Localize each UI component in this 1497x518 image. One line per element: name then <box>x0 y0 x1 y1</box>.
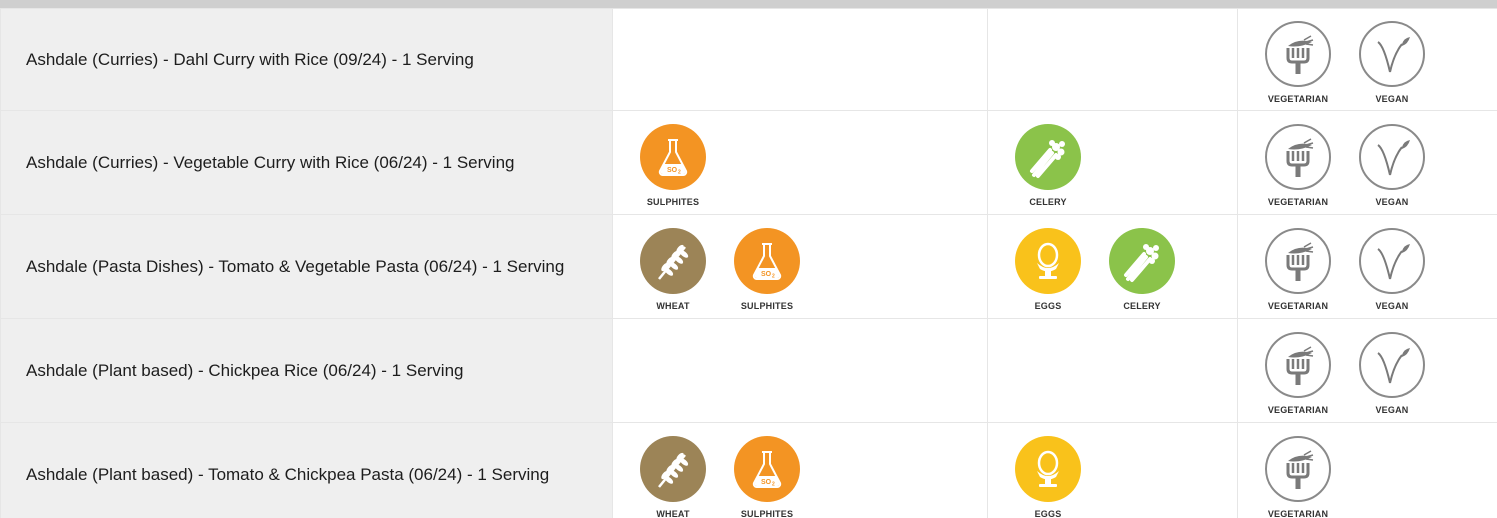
celery-icon <box>1109 228 1175 294</box>
celery-label: CELERY <box>1123 301 1161 311</box>
vegan-label: VEGAN <box>1375 405 1409 415</box>
allergen-table: Ashdale (Curries) - Dahl Curry with Rice… <box>0 8 1497 518</box>
wheat-badge: WHEAT <box>626 430 720 518</box>
svg-text:SO: SO <box>761 479 772 486</box>
vegetarian-badge: VEGETARIAN <box>1251 222 1345 311</box>
diet-cell: VEGETARIAN VEGAN <box>1237 110 1497 215</box>
icon-group: VEGETARIAN <box>1238 430 1497 518</box>
sulphites-label: SULPHITES <box>740 509 794 518</box>
icon-group: WHEAT SO 2 SULPHITES <box>613 430 987 518</box>
vegetarian-label: VEGETARIAN <box>1267 405 1329 415</box>
allergen-cell: WHEAT SO 2 SULPHITES <box>612 214 988 319</box>
egg-cup-icon <box>1015 228 1081 294</box>
svg-text:2: 2 <box>772 274 775 280</box>
product-name: Ashdale (Curries) - Dahl Curry with Rice… <box>0 8 613 111</box>
sulphites-badge: SO 2 SULPHITES <box>720 222 814 311</box>
table-row: Ashdale (Curries) - Vegetable Curry with… <box>0 110 1497 215</box>
allergen-cell: EGGS <box>987 422 1238 518</box>
table-top-bar <box>0 0 1497 8</box>
vegetarian-label: VEGETARIAN <box>1267 94 1329 104</box>
leaf-v-icon <box>1359 332 1425 398</box>
sulphites-badge: SO 2 SULPHITES <box>720 430 814 518</box>
svg-text:SO: SO <box>667 167 678 174</box>
vegetarian-label: VEGETARIAN <box>1267 301 1329 311</box>
vegetarian-badge: VEGETARIAN <box>1251 430 1345 518</box>
eggs-badge: EGGS <box>1001 222 1095 311</box>
vegan-label: VEGAN <box>1375 94 1409 104</box>
svg-text:2: 2 <box>772 482 775 488</box>
icon-group: WHEAT SO 2 SULPHITES <box>613 222 987 311</box>
product-name: Ashdale (Curries) - Vegetable Curry with… <box>0 110 613 215</box>
allergen-cell: WHEAT SO 2 SULPHITES <box>612 422 988 518</box>
svg-text:SO: SO <box>761 271 772 278</box>
diet-cell: VEGETARIAN VEGAN <box>1237 214 1497 319</box>
vegetarian-badge: VEGETARIAN <box>1251 326 1345 415</box>
allergen-cell: SO 2 SULPHITES <box>612 110 988 215</box>
icon-group: VEGETARIAN VEGAN <box>1238 15 1497 104</box>
vegan-badge: VEGAN <box>1345 326 1439 415</box>
flask-so2-icon: SO 2 <box>640 124 706 190</box>
vegetarian-badge: VEGETARIAN <box>1251 15 1345 104</box>
icon-group: SO 2 SULPHITES <box>613 118 987 207</box>
wheat-icon <box>640 436 706 502</box>
celery-badge: CELERY <box>1095 222 1189 311</box>
carrot-fork-icon <box>1265 228 1331 294</box>
leaf-v-icon <box>1359 124 1425 190</box>
allergen-cell <box>987 8 1238 111</box>
celery-icon <box>1015 124 1081 190</box>
table-row: Ashdale (Curries) - Dahl Curry with Rice… <box>0 8 1497 111</box>
vegan-label: VEGAN <box>1375 301 1409 311</box>
flask-so2-icon: SO 2 <box>734 228 800 294</box>
table-row: Ashdale (Plant based) - Chickpea Rice (0… <box>0 318 1497 423</box>
diet-cell: VEGETARIAN <box>1237 422 1497 518</box>
vegetarian-label: VEGETARIAN <box>1267 509 1329 518</box>
allergen-cell <box>612 8 988 111</box>
diet-cell: VEGETARIAN VEGAN <box>1237 318 1497 423</box>
icon-group: EGGS CELERY <box>988 222 1237 311</box>
allergen-cell <box>987 318 1238 423</box>
allergen-cell: CELERY <box>987 110 1238 215</box>
celery-badge: CELERY <box>1001 118 1095 207</box>
allergen-cell <box>612 318 988 423</box>
wheat-icon <box>640 228 706 294</box>
icon-group: VEGETARIAN VEGAN <box>1238 118 1497 207</box>
table-row: Ashdale (Plant based) - Tomato & Chickpe… <box>0 422 1497 518</box>
vegan-badge: VEGAN <box>1345 15 1439 104</box>
icon-group: CELERY <box>988 118 1237 207</box>
sulphites-label: SULPHITES <box>646 197 700 207</box>
eggs-label: EGGS <box>1034 301 1062 311</box>
vegan-label: VEGAN <box>1375 197 1409 207</box>
wheat-label: WHEAT <box>656 301 690 311</box>
icon-group: EGGS <box>988 430 1237 518</box>
icon-group: VEGETARIAN VEGAN <box>1238 326 1497 415</box>
leaf-v-icon <box>1359 21 1425 87</box>
svg-text:2: 2 <box>678 170 681 176</box>
sulphites-label: SULPHITES <box>740 301 794 311</box>
allergen-table-body: Ashdale (Curries) - Dahl Curry with Rice… <box>0 8 1497 518</box>
product-name: Ashdale (Pasta Dishes) - Tomato & Vegeta… <box>0 214 613 319</box>
vegetarian-label: VEGETARIAN <box>1267 197 1329 207</box>
wheat-label: WHEAT <box>656 509 690 518</box>
egg-cup-icon <box>1015 436 1081 502</box>
flask-so2-icon: SO 2 <box>734 436 800 502</box>
vegetarian-badge: VEGETARIAN <box>1251 118 1345 207</box>
diet-cell: VEGETARIAN VEGAN <box>1237 8 1497 111</box>
carrot-fork-icon <box>1265 332 1331 398</box>
eggs-label: EGGS <box>1034 509 1062 518</box>
wheat-badge: WHEAT <box>626 222 720 311</box>
product-name: Ashdale (Plant based) - Tomato & Chickpe… <box>0 422 613 518</box>
vegan-badge: VEGAN <box>1345 118 1439 207</box>
allergen-cell: EGGS CELERY <box>987 214 1238 319</box>
table-row: Ashdale (Pasta Dishes) - Tomato & Vegeta… <box>0 214 1497 319</box>
celery-label: CELERY <box>1029 197 1067 207</box>
carrot-fork-icon <box>1265 21 1331 87</box>
product-name: Ashdale (Plant based) - Chickpea Rice (0… <box>0 318 613 423</box>
sulphites-badge: SO 2 SULPHITES <box>626 118 720 207</box>
carrot-fork-icon <box>1265 124 1331 190</box>
leaf-v-icon <box>1359 228 1425 294</box>
vegan-badge: VEGAN <box>1345 222 1439 311</box>
icon-group: VEGETARIAN VEGAN <box>1238 222 1497 311</box>
carrot-fork-icon <box>1265 436 1331 502</box>
eggs-badge: EGGS <box>1001 430 1095 518</box>
